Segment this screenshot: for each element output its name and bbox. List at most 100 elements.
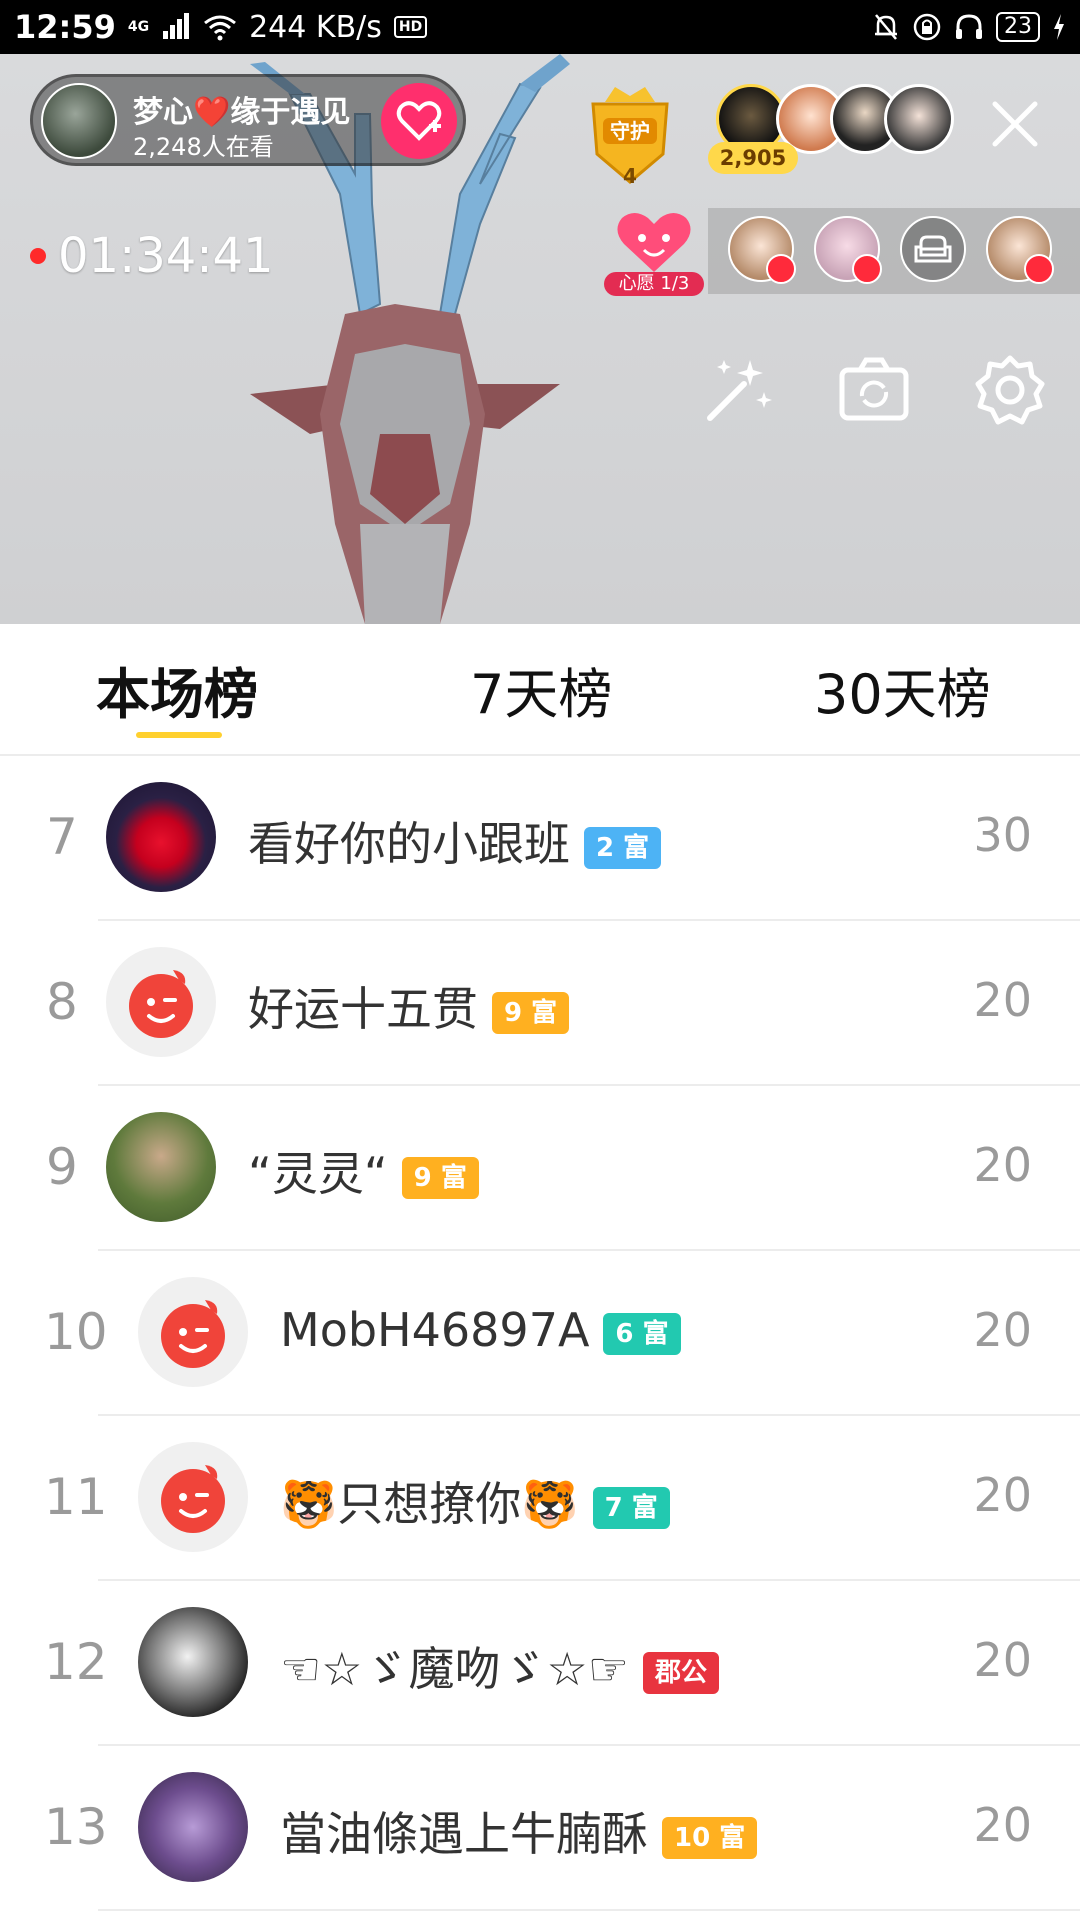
viewer-count: 2,248人在看: [133, 133, 274, 161]
guard-count: 4: [623, 164, 637, 188]
user-nickname-group: 好运十五贯 9 富: [248, 973, 570, 1039]
signal-icon: [163, 13, 190, 39]
close-button[interactable]: [985, 94, 1045, 154]
hd-icon: HD: [393, 16, 428, 38]
active-tab-indicator: [136, 732, 222, 738]
rank-number: 10: [44, 1303, 108, 1361]
contribution-score: 30: [973, 808, 1032, 862]
follow-button[interactable]: [381, 83, 457, 159]
user-avatar[interactable]: [138, 1442, 248, 1552]
seat-lock-icon: [766, 254, 796, 284]
seat-lock-icon: [1024, 254, 1054, 284]
user-nickname-group: “灵灵“ 9 富: [248, 1138, 479, 1204]
mic-seat[interactable]: [728, 216, 796, 284]
user-nickname: 當油條遇上牛腩酥: [280, 1807, 648, 1861]
mic-seat-bar: [708, 208, 1080, 294]
sofa-icon: [914, 235, 952, 263]
headphones-icon: [956, 14, 982, 39]
live-stream-view[interactable]: 梦心❤️缘于遇见 2,248人在看 守护 4 2,905 01:34:41 心愿…: [0, 54, 1080, 624]
user-avatar[interactable]: [138, 1277, 248, 1387]
wealth-level-badge: 9 富: [492, 991, 570, 1034]
mic-seat[interactable]: [986, 216, 1054, 284]
contribution-score: 20: [973, 1138, 1032, 1192]
guard-label: 守护: [610, 119, 650, 143]
user-nickname-group: 當油條遇上牛腩酥 10 富: [280, 1798, 758, 1864]
seat-lock-icon: [852, 254, 882, 284]
rank-number: 13: [44, 1798, 108, 1856]
user-nickname: 好运十五贯: [248, 982, 478, 1036]
user-avatar[interactable]: [106, 947, 216, 1057]
recording-dot-icon: [30, 248, 46, 264]
rank-row[interactable]: 13 當油條遇上牛腩酥 10 富 20: [0, 1746, 1080, 1911]
smiling-heart-icon: [617, 213, 691, 272]
default-avatar-icon: [161, 1300, 225, 1368]
bell-muted-icon: [875, 14, 897, 40]
host-name: 梦心❤️缘于遇见: [133, 95, 351, 130]
lock-rotation-icon: [913, 13, 941, 41]
user-nickname-group: 看好你的小跟班 2 富: [248, 808, 662, 874]
wealth-level-badge: 7 富: [592, 1486, 670, 1529]
clock: 12:59: [14, 8, 116, 46]
contribution-score: 20: [973, 1303, 1032, 1357]
tab-7-days[interactable]: 7天榜: [470, 650, 612, 729]
rank-row[interactable]: 7 看好你的小跟班 2 富 30: [0, 756, 1080, 921]
contribution-score: 20: [973, 1468, 1032, 1522]
network-type: 4G: [127, 19, 150, 35]
rank-row[interactable]: 9 “灵灵“ 9 富 20: [0, 1086, 1080, 1251]
wealth-level-badge: 郡公: [642, 1651, 719, 1694]
contribution-score: 20: [973, 973, 1032, 1027]
beauty-button[interactable]: [700, 352, 776, 428]
wish-badge[interactable]: 心愿 1/3: [604, 206, 704, 296]
row-divider: [98, 1909, 1080, 1911]
magic-wand-icon: [707, 360, 772, 421]
rank-row[interactable]: 12 ☜☆ゞ魔吻ゞ☆☞ 郡公 20: [0, 1581, 1080, 1746]
user-nickname: MobH46897A: [280, 1303, 590, 1357]
gear-icon: [975, 355, 1045, 425]
host-avatar[interactable]: [41, 83, 117, 159]
user-nickname-group: ☜☆ゞ魔吻ゞ☆☞ 郡公: [280, 1633, 719, 1699]
wealth-level-badge: 9 富: [401, 1156, 479, 1199]
rank-number: 8: [46, 973, 78, 1031]
tab-this-session[interactable]: 本场榜: [96, 650, 258, 729]
user-nickname: 🐯只想撩你🐯: [280, 1477, 579, 1531]
rank-row[interactable]: 8 好运十五贯 9 富 20: [0, 921, 1080, 1086]
mic-seat-empty[interactable]: [900, 216, 966, 282]
default-avatar-icon: [129, 970, 193, 1038]
user-nickname: “灵灵“: [248, 1147, 388, 1201]
ranking-tabs: 本场榜 7天榜 30天榜: [0, 624, 1080, 756]
charging-icon: [1054, 14, 1064, 40]
rank-row[interactable]: 11 🐯只想撩你🐯 7 富 20: [0, 1416, 1080, 1581]
wish-progress: 心愿 1/3: [604, 272, 704, 296]
guard-badge[interactable]: 守护 4: [585, 82, 675, 192]
user-nickname-group: MobH46897A 6 富: [280, 1303, 681, 1357]
live-duration: 01:34:41: [58, 228, 274, 284]
user-avatar[interactable]: [106, 782, 216, 892]
wealth-level-badge: 6 富: [603, 1312, 681, 1355]
settings-button[interactable]: [972, 352, 1048, 428]
user-avatar[interactable]: [138, 1607, 248, 1717]
tab-30-days[interactable]: 30天榜: [814, 650, 991, 729]
live-timer: 01:34:41: [30, 228, 274, 284]
rank-row[interactable]: 10 MobH46897A 6 富 20: [0, 1251, 1080, 1416]
status-bar: 12:59 4G 244 KB/s HD 23: [0, 0, 1080, 54]
battery-indicator: 23: [996, 12, 1040, 42]
wifi-icon: [204, 15, 237, 41]
user-nickname-group: 🐯只想撩你🐯 7 富: [280, 1468, 670, 1534]
user-avatar[interactable]: [138, 1772, 248, 1882]
top-viewer-avatar[interactable]: [884, 84, 954, 154]
ranking-list: 7 看好你的小跟班 2 富 30 8 好运十五贯 9 富 20 9 “灵灵“ 9 富 20 10 MobH…: [0, 756, 1080, 1911]
host-info-pill[interactable]: 梦心❤️缘于遇见 2,248人在看: [30, 74, 466, 166]
default-avatar-icon: [161, 1465, 225, 1533]
coin-count-badge[interactable]: 2,905: [708, 142, 798, 174]
wealth-level-badge: 10 富: [662, 1816, 758, 1859]
wealth-level-badge: 2 富: [584, 826, 662, 869]
rank-number: 12: [44, 1633, 108, 1691]
contribution-score: 20: [973, 1798, 1032, 1852]
camera-switch-icon: [839, 357, 909, 421]
close-icon: [992, 101, 1038, 147]
rank-number: 11: [44, 1468, 108, 1526]
user-avatar[interactable]: [106, 1112, 216, 1222]
contribution-score: 20: [973, 1633, 1032, 1687]
switch-camera-button[interactable]: [836, 352, 912, 428]
mic-seat[interactable]: [814, 216, 882, 284]
